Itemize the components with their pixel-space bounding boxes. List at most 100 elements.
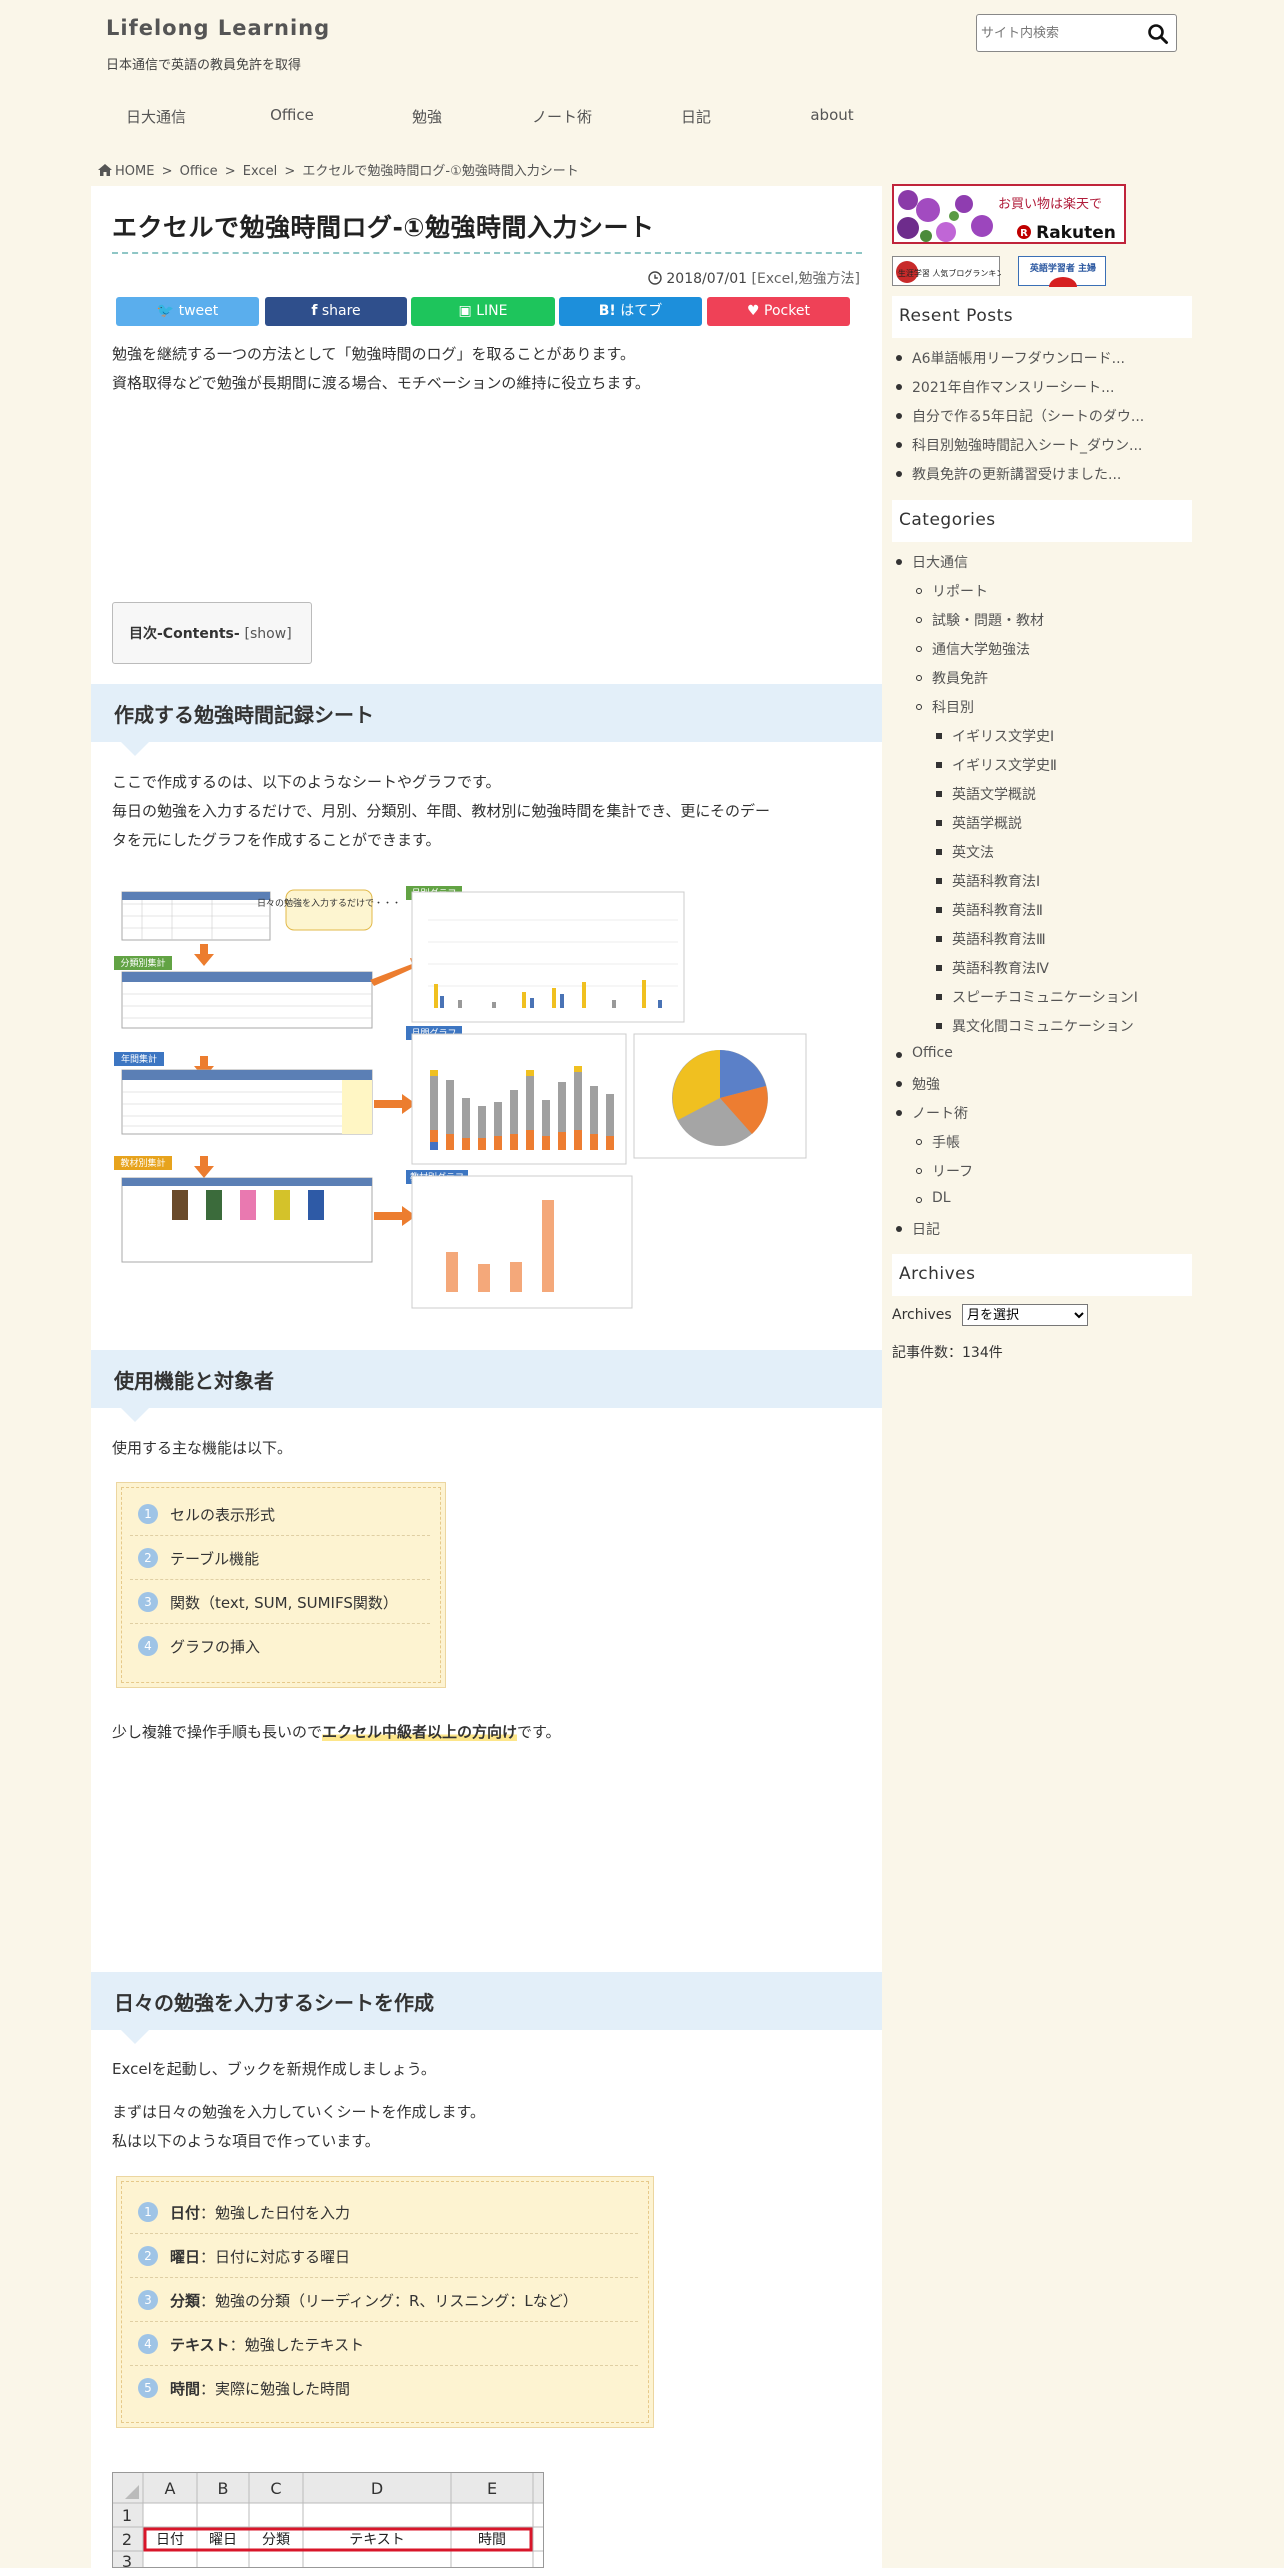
category-label: イギリス文学史Ⅰ bbox=[952, 729, 1055, 745]
breadcrumb-office[interactable]: Office bbox=[180, 164, 218, 179]
nav-item-diary[interactable]: 日記 bbox=[626, 106, 766, 127]
facebook-icon: f bbox=[311, 303, 318, 319]
excel-col-d: D bbox=[371, 2479, 383, 2498]
blog-ranking-text: 生涯学習 人気ブログランキング bbox=[898, 268, 1001, 278]
item-list: 1 日付：勉強した日付を入力 2 曜日：日付に対応する曜日 3 分類：勉強の分類… bbox=[116, 2176, 654, 2428]
item-desc: ：勉強の分類（リーディング：R、リスニング：Lなど） bbox=[200, 2292, 578, 2310]
category-item[interactable]: 教員免許 bbox=[916, 668, 988, 688]
category-item[interactable]: 英語科教育法Ⅰ bbox=[936, 871, 1040, 891]
category-label: 教員免許 bbox=[932, 671, 988, 687]
item-desc: ：日付に対応する曜日 bbox=[200, 2248, 351, 2266]
category-label: リポート bbox=[932, 584, 988, 600]
list-item: 5 時間：実際に勉強した時間 bbox=[130, 2366, 638, 2410]
nav-item-study[interactable]: 勉強 bbox=[357, 106, 497, 127]
audience-note-highlight: エクセル中級者以上の方向け bbox=[322, 1723, 518, 1741]
category-item[interactable]: スピーチコミュニケーションⅠ bbox=[936, 987, 1138, 1007]
category-item[interactable]: ノート術 bbox=[896, 1103, 968, 1123]
category-item[interactable]: 異文化間コミュニケーション bbox=[936, 1016, 1134, 1036]
list-number: 5 bbox=[138, 2378, 158, 2398]
category-label: 科目別 bbox=[932, 700, 974, 716]
category-item[interactable]: 英語学概説 bbox=[936, 813, 1022, 833]
item-term: 日付 bbox=[170, 2204, 201, 2222]
post-categories[interactable]: [Excel,勉強方法] bbox=[752, 271, 860, 287]
category-item[interactable]: 試験・問題・教材 bbox=[916, 610, 1044, 630]
category-item[interactable]: リポート bbox=[916, 581, 988, 601]
category-item[interactable]: 英語文学概説 bbox=[936, 784, 1036, 804]
nav-item-nichidai[interactable]: 日大通信 bbox=[86, 106, 226, 127]
item-term: 時間 bbox=[170, 2380, 201, 2398]
category-item[interactable]: 日記 bbox=[896, 1219, 940, 1239]
nav-item-note[interactable]: ノート術 bbox=[492, 106, 632, 127]
recent-post-3[interactable]: 自分で作る5年日記（シートのダウ... bbox=[896, 406, 1144, 426]
breadcrumb-excel[interactable]: Excel bbox=[243, 164, 277, 179]
svg-text:R: R bbox=[1020, 228, 1028, 239]
category-item[interactable]: Office bbox=[896, 1045, 953, 1061]
breadcrumb-sep: > bbox=[224, 164, 236, 179]
recent-post-4[interactable]: 科目別勉強時間記入シート_ダウン... bbox=[896, 435, 1142, 455]
list-item: 1 セルの表示形式 bbox=[130, 1492, 430, 1536]
category-item[interactable]: 通信大学勉強法 bbox=[916, 639, 1030, 659]
category-item[interactable]: イギリス文学史Ⅱ bbox=[936, 755, 1057, 775]
list-item: 4 テキスト：勉強したテキスト bbox=[130, 2322, 638, 2366]
item-term: テキスト bbox=[170, 2336, 230, 2354]
recent-posts-heading: Resent Posts bbox=[892, 296, 1192, 338]
category-label: 日記 bbox=[912, 1222, 940, 1238]
section-heading-1: 作成する勉強時間記録シート bbox=[91, 684, 882, 756]
recent-post-1[interactable]: A6単語帳用リーフダウンロード... bbox=[896, 348, 1125, 368]
list-number: 4 bbox=[138, 2334, 158, 2354]
post-meta: 2018/07/01 [Excel,勉強方法] bbox=[634, 268, 860, 288]
nav-item-office[interactable]: Office bbox=[222, 106, 362, 124]
archives-label: Archives bbox=[892, 1307, 952, 1323]
category-item[interactable]: 英文法 bbox=[936, 842, 994, 862]
category-item[interactable]: 英語科教育法Ⅱ bbox=[936, 900, 1043, 920]
toc-show-toggle[interactable]: [show] bbox=[245, 626, 292, 642]
share-facebook-button[interactable]: f share bbox=[265, 297, 407, 326]
archives-dropdown[interactable]: 月を選択 bbox=[962, 1304, 1088, 1326]
feature-item-4: グラフの挿入 bbox=[170, 1638, 261, 1656]
category-item[interactable]: 日大通信 bbox=[896, 552, 968, 572]
item-desc: ：勉強した日付を入力 bbox=[200, 2204, 351, 2222]
heading-pointer bbox=[121, 1408, 149, 1422]
rakuten-brand: Rakuten bbox=[1036, 223, 1116, 243]
category-item[interactable]: 勉強 bbox=[896, 1074, 940, 1094]
breadcrumb-home[interactable]: HOME bbox=[115, 164, 154, 179]
nav-item-about[interactable]: about bbox=[762, 106, 902, 124]
site-title[interactable]: Lifelong Learning bbox=[106, 16, 330, 40]
share-line-button[interactable]: ▣ LINE bbox=[411, 297, 555, 326]
section2-intro: 使用する主な機能は以下。 bbox=[112, 1439, 293, 1457]
recent-post-5[interactable]: 教員免許の更新講習受けました... bbox=[896, 464, 1121, 484]
category-item[interactable]: 手帳 bbox=[916, 1132, 960, 1152]
category-item[interactable]: イギリス文学史Ⅰ bbox=[936, 726, 1055, 746]
rakuten-banner[interactable]: お買い物は楽天で R Rakuten bbox=[892, 184, 1126, 244]
search-input[interactable] bbox=[981, 21, 1141, 45]
heading-pointer bbox=[121, 2030, 149, 2044]
twitter-icon: 🐦 bbox=[156, 303, 175, 319]
category-item[interactable]: リーフ bbox=[916, 1161, 973, 1181]
category-label: ノート術 bbox=[912, 1106, 968, 1122]
category-item[interactable]: 英語科教育法Ⅳ bbox=[936, 958, 1049, 978]
line-icon: ▣ bbox=[458, 303, 472, 319]
blog-ranking-graphic: 生涯学習 人気ブログランキング bbox=[896, 261, 1012, 283]
recent-post-2[interactable]: 2021年自作マンスリーシート... bbox=[896, 377, 1114, 397]
share-twitter-button[interactable]: 🐦 tweet bbox=[116, 297, 259, 326]
main-nav: 日大通信 Office 勉強 ノート術 日記 about bbox=[60, 100, 900, 136]
section1-line-2: 毎日の勉強を入力するだけで、月別、分類別、年間、教材別に勉強時間を集計でき、更に… bbox=[112, 802, 771, 820]
overview-figure: 日々の勉強を入力するだけで・・・ 分類別集計 年間集計 教材別集計 月別グラフ bbox=[112, 880, 824, 1312]
category-item[interactable]: DL bbox=[916, 1190, 951, 1206]
section3-line-3: 私は以下のような項目で作っています。 bbox=[112, 2132, 380, 2150]
category-label: 英語科教育法Ⅳ bbox=[952, 961, 1049, 977]
item-term: 曜日 bbox=[170, 2248, 201, 2266]
category-item[interactable]: 科目別 bbox=[916, 697, 974, 717]
search-icon[interactable] bbox=[1146, 22, 1170, 46]
share-hatena-button[interactable]: B! はてブ bbox=[559, 297, 702, 326]
english-learner-banner[interactable]: 英語学習者 主婦 bbox=[1018, 256, 1106, 287]
figure-label-material: 教材別集計 bbox=[120, 1157, 165, 1169]
feature-list: 1 セルの表示形式 2 テーブル機能 3 関数（text, SUM, SUMIF… bbox=[116, 1482, 446, 1688]
item-3: 分類：勉強の分類（リーディング：R、リスニング：Lなど） bbox=[170, 2290, 578, 2311]
blog-ranking-banner[interactable]: 生涯学習 人気ブログランキング bbox=[892, 256, 1012, 286]
breadcrumb-sep: > bbox=[284, 164, 296, 179]
share-pocket-button[interactable]: ♥ Pocket bbox=[707, 297, 850, 326]
item-term: 分類 bbox=[170, 2292, 201, 2310]
section1-line-3: タを元にしたグラフを作成することができます。 bbox=[112, 831, 441, 849]
category-item[interactable]: 英語科教育法Ⅲ bbox=[936, 929, 1046, 949]
